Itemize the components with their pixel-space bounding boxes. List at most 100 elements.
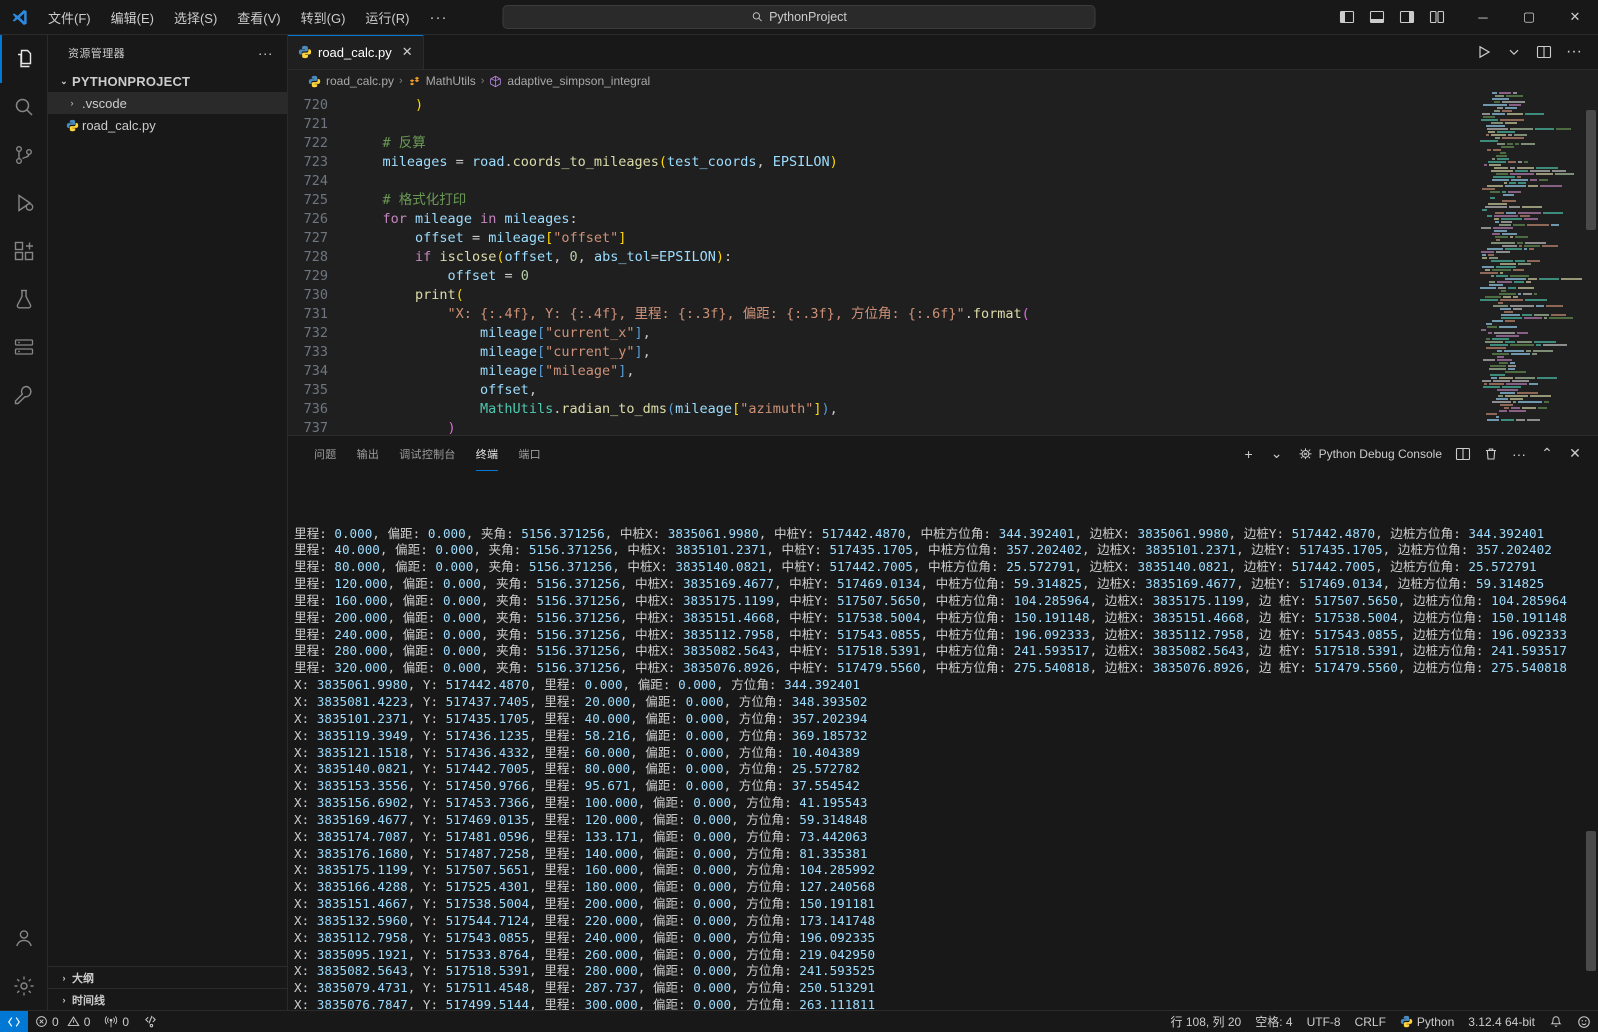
code-line[interactable]: # 反算: [350, 134, 1598, 153]
code-line[interactable]: offset = mileage["offset"]: [350, 229, 1598, 248]
code-editor[interactable]: 720 721 722 723 724 725 726 727 728 729 730 731 732 7…: [288, 92, 1598, 435]
panel-tab-debug-console[interactable]: 调试控制台: [389, 436, 466, 471]
tree-item-road-calc-py[interactable]: road_calc.py: [48, 114, 287, 136]
menu-edit[interactable]: 编辑(E): [102, 5, 163, 30]
code-line[interactable]: mileage["mileage"],: [350, 362, 1598, 381]
activity-source-control[interactable]: [0, 131, 48, 179]
breadcrumb-class[interactable]: MathUtils: [426, 74, 476, 88]
editor-position[interactable]: 行 108, 列 20: [1164, 1011, 1249, 1032]
breadcrumb-function[interactable]: adaptive_simpson_integral: [507, 74, 650, 88]
editor-scrollbar[interactable]: [1584, 92, 1598, 435]
ports-status[interactable]: 0: [97, 1011, 136, 1032]
activity-extensions[interactable]: [0, 227, 48, 275]
menu-run[interactable]: 运行(R): [356, 5, 418, 30]
code-line[interactable]: print(: [350, 286, 1598, 305]
active-terminal-entry[interactable]: Python Debug Console: [1292, 441, 1448, 467]
menu-selection[interactable]: 选择(S): [165, 5, 226, 30]
remote-indicator[interactable]: [0, 1010, 28, 1032]
code-line[interactable]: ): [350, 419, 1598, 435]
customize-layout-icon[interactable]: [1424, 5, 1450, 29]
editor-language[interactable]: Python: [1393, 1011, 1461, 1032]
code-line[interactable]: MathUtils.radian_to_dms(mileage["azimuth…: [350, 400, 1598, 419]
terminal-scrollbar[interactable]: [1584, 471, 1598, 1010]
terminal-line: X: 3835153.3556, Y: 517450.9766, 里程: 95.…: [294, 778, 860, 794]
maximize-panel-icon[interactable]: ⌃: [1534, 441, 1560, 467]
run-python-file-icon[interactable]: [1470, 38, 1498, 66]
minimize-button[interactable]: ─: [1460, 0, 1506, 35]
code-line[interactable]: # 格式化打印: [350, 191, 1598, 210]
activity-run-debug[interactable]: [0, 179, 48, 227]
editor-eol[interactable]: CRLF: [1348, 1011, 1393, 1032]
panel-tab-terminal[interactable]: 终端: [466, 436, 509, 471]
vscode-logo-icon: [0, 8, 38, 27]
code-content[interactable]: ) # 反算 mileages = road.coords_to_mileage…: [350, 96, 1598, 435]
minimap-line: [1476, 212, 1584, 214]
split-editor-icon[interactable]: [1530, 38, 1558, 66]
terminal-scrollbar-thumb[interactable]: [1586, 831, 1596, 971]
minimap-line: [1476, 215, 1584, 217]
line-number: 732: [303, 325, 328, 341]
code-line[interactable]: ): [350, 96, 1598, 115]
new-terminal-icon[interactable]: +: [1236, 441, 1262, 467]
panel-more-actions-icon[interactable]: ···: [1506, 441, 1532, 467]
debug-status[interactable]: [136, 1011, 165, 1032]
workspace-root[interactable]: ⌄ PYTHONPROJECT: [48, 70, 287, 92]
toggle-primary-sidebar-icon[interactable]: [1334, 5, 1360, 29]
menu-more-icon[interactable]: ···: [419, 9, 457, 26]
problems-status[interactable]: 0 0: [28, 1011, 97, 1032]
editor-scrollbar-thumb[interactable]: [1586, 110, 1596, 230]
code-line[interactable]: for mileage in mileages:: [350, 210, 1598, 229]
panel-tab-ports[interactable]: 端口: [508, 436, 551, 471]
maximize-button[interactable]: ▢: [1506, 0, 1552, 35]
menu-go[interactable]: 转到(G): [292, 5, 355, 30]
editor-encoding[interactable]: UTF-8: [1300, 1011, 1348, 1032]
panel-tab-problems[interactable]: 问题: [304, 436, 347, 471]
code-line[interactable]: [350, 115, 1598, 134]
activity-testing[interactable]: [0, 275, 48, 323]
toggle-secondary-sidebar-icon[interactable]: [1394, 5, 1420, 29]
chevron-down-icon[interactable]: [1500, 38, 1528, 66]
code-line[interactable]: mileage["current_x"],: [350, 324, 1598, 343]
code-line[interactable]: [350, 172, 1598, 191]
tab-road-calc-py[interactable]: road_calc.py ✕: [288, 35, 424, 69]
editor-more-actions-icon[interactable]: ···: [1560, 38, 1588, 66]
terminal-output[interactable]: 里程: 0.000, 偏距: 0.000, 夹角: 5156.371256, 中…: [288, 471, 1598, 1010]
feedback-icon[interactable]: [1570, 1011, 1598, 1032]
menu-file[interactable]: 文件(F): [39, 5, 100, 30]
menu-view[interactable]: 查看(V): [228, 5, 289, 30]
activity-manage[interactable]: [0, 962, 48, 1010]
activity-explorer[interactable]: [0, 35, 48, 83]
kill-terminal-icon[interactable]: [1478, 441, 1504, 467]
terminal-dropdown-icon[interactable]: ⌄: [1264, 441, 1290, 467]
python-interpreter[interactable]: 3.12.4 64-bit: [1461, 1011, 1542, 1032]
code-line[interactable]: "X: {:.4f}, Y: {:.4f}, 里程: {:.3f}, 偏距: {…: [350, 305, 1598, 324]
tab-close-icon[interactable]: ✕: [402, 44, 413, 60]
tree-item-vscode-folder[interactable]: › .vscode: [48, 92, 287, 114]
close-button[interactable]: ✕: [1552, 0, 1598, 35]
activity-search[interactable]: [0, 83, 48, 131]
python-icon: [298, 45, 312, 59]
editor-actions: ···: [1470, 35, 1598, 69]
code-line[interactable]: if isclose(offset, 0, abs_tol=EPSILON):: [350, 248, 1598, 267]
activity-tools[interactable]: [0, 371, 48, 419]
close-panel-icon[interactable]: ✕: [1562, 441, 1588, 467]
code-line[interactable]: mileage["current_y"],: [350, 343, 1598, 362]
activity-remote-explorer[interactable]: [0, 323, 48, 371]
sidebar-more-actions-icon[interactable]: ···: [252, 45, 279, 61]
panel-tab-output[interactable]: 输出: [347, 436, 390, 471]
notifications-bell-icon[interactable]: [1542, 1011, 1570, 1032]
minimap-line: [1476, 371, 1584, 373]
editor-indentation[interactable]: 空格: 4: [1248, 1011, 1299, 1032]
code-line[interactable]: offset,: [350, 381, 1598, 400]
breadcrumb-file[interactable]: road_calc.py: [326, 74, 394, 88]
toggle-panel-icon[interactable]: [1364, 5, 1390, 29]
split-terminal-icon[interactable]: [1450, 441, 1476, 467]
code-line[interactable]: offset = 0: [350, 267, 1598, 286]
sidebar-section-outline[interactable]: › 大纲: [48, 966, 287, 988]
status-bar: 0 0 0 行 108, 列 20 空格: 4 UTF-8 CRLF Pytho…: [0, 1010, 1598, 1032]
code-line[interactable]: mileages = road.coords_to_mileages(test_…: [350, 153, 1598, 172]
sidebar-section-timeline[interactable]: › 时间线: [48, 988, 287, 1010]
minimap[interactable]: [1476, 92, 1584, 435]
command-center[interactable]: PythonProject: [502, 5, 1096, 29]
activity-accounts[interactable]: [0, 914, 48, 962]
